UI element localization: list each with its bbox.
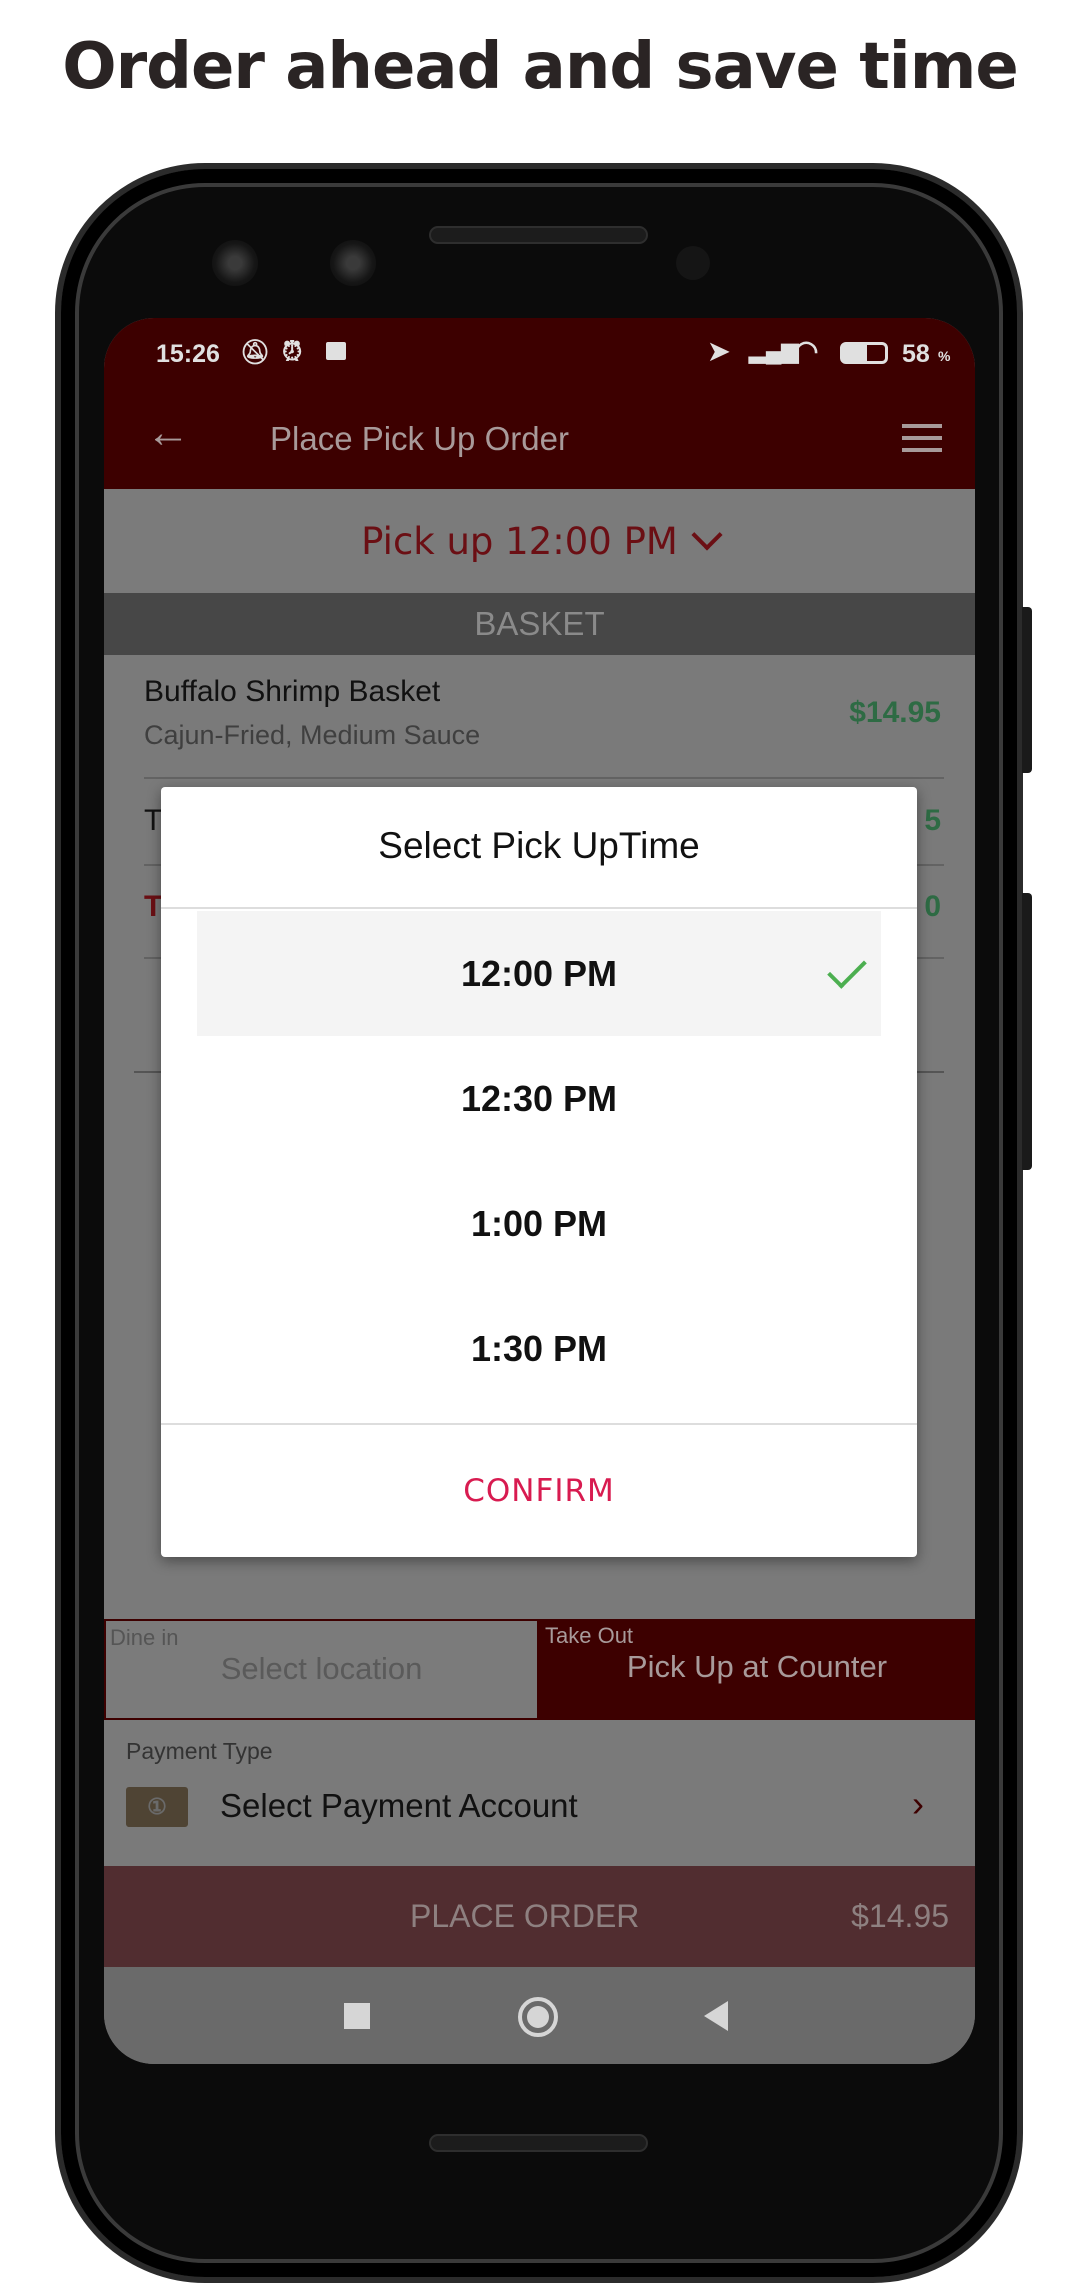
volume-button [1022, 893, 1032, 1170]
divider [161, 907, 917, 909]
dine-in-label: Dine in [110, 1625, 179, 1650]
navigation-bar [104, 1967, 975, 2064]
hamburger-menu-icon[interactable] [902, 424, 942, 452]
time-label: 1:30 PM [470, 1327, 608, 1369]
order-total: $14.95 [851, 1898, 949, 1934]
take-out-value: Pick Up at Counter [626, 1649, 888, 1684]
time-label: 12:30 PM [460, 1077, 618, 1119]
time-label: 12:00 PM [460, 952, 618, 994]
chevron-right-icon: › [912, 1783, 924, 1824]
page-title: Place Pick Up Order [270, 420, 569, 457]
dine-in-value: Select location [220, 1651, 423, 1686]
dine-in-option[interactable]: Dine in Select location [104, 1619, 539, 1720]
dialog-title: Select Pick UpTime [378, 825, 700, 866]
pickup-time-dialog: Select Pick UpTime 12:00 PM 12:30 PM 1:0… [161, 787, 917, 1557]
back-icon[interactable] [704, 2001, 728, 2031]
pickup-time-label: Pick up 12:00 PM [361, 519, 678, 563]
item-name: Buffalo Shrimp Basket [144, 675, 441, 708]
take-out-option[interactable]: Take Out Pick Up at Counter [539, 1619, 975, 1720]
earpiece-speaker [429, 226, 648, 244]
place-order-button[interactable]: PLACE ORDER $14.95 [104, 1866, 975, 1967]
bottom-speaker [429, 2134, 648, 2152]
time-label: 1:00 PM [470, 1202, 608, 1244]
recents-icon[interactable] [344, 2003, 370, 2029]
payment-account-value: Select Payment Account [220, 1787, 578, 1824]
checkmark-icon [827, 949, 867, 989]
time-option[interactable]: 1:30 PM [197, 1286, 881, 1411]
divider [144, 777, 944, 779]
phone-screen: 15:26 🔕︎ ⏰︎ ➤ ▂▄▆ ◠ 58 % ← Place Pick Up… [104, 318, 975, 2064]
location-icon: ➤ [708, 336, 730, 366]
status-bar: 15:26 🔕︎ ⏰︎ ➤ ▂▄▆ ◠ 58 % [104, 318, 975, 390]
home-icon[interactable] [518, 1997, 558, 2037]
sensor-icon [676, 246, 710, 280]
time-option-selected[interactable]: 12:00 PM [197, 911, 881, 1036]
power-button [1022, 607, 1032, 773]
payment-type-label: Payment Type [126, 1738, 273, 1764]
alarm-icon: ⏰︎ [282, 336, 303, 366]
money-icon: ① [126, 1787, 188, 1827]
back-arrow-icon[interactable]: ← [146, 408, 190, 458]
signal-icon: ▂▄▆ [749, 338, 799, 363]
time-option[interactable]: 12:30 PM [197, 1036, 881, 1161]
item-options: Cajun-Fried, Medium Sauce [144, 720, 481, 750]
chevron-down-icon [691, 519, 723, 551]
time-option[interactable]: 1:00 PM [197, 1161, 881, 1286]
payment-account-selector[interactable]: ① Select Payment Account › [104, 1773, 975, 1843]
camera-icon [330, 240, 376, 286]
battery-unit: % [938, 348, 951, 364]
pickup-time-selector[interactable]: Pick up 12:00 PM [104, 489, 975, 593]
place-order-label: PLACE ORDER [410, 1898, 640, 1934]
headline: Order ahead and save time [62, 30, 1019, 104]
total-label: T [144, 890, 163, 923]
camera-icon [212, 240, 258, 286]
subtotal-label: T [144, 804, 163, 837]
wifi-icon: ◠ [794, 335, 819, 366]
app-bar: ← Place Pick Up Order [104, 390, 975, 489]
battery-level: 58 [902, 340, 930, 368]
total-value: 0 [924, 890, 941, 923]
confirm-button[interactable]: CONFIRM [161, 1425, 917, 1557]
mute-icon: 🔕︎ [240, 339, 271, 366]
item-price: $14.95 [849, 696, 941, 729]
battery-icon [840, 342, 888, 364]
status-time: 15:26 [156, 340, 220, 368]
subtotal-value: 5 [924, 804, 941, 837]
take-out-label: Take Out [545, 1623, 634, 1648]
notification-icon [326, 342, 346, 360]
basket-header: BASKET [104, 593, 975, 655]
order-mode-selector: Dine in Select location Take Out Pick Up… [104, 1619, 975, 1720]
